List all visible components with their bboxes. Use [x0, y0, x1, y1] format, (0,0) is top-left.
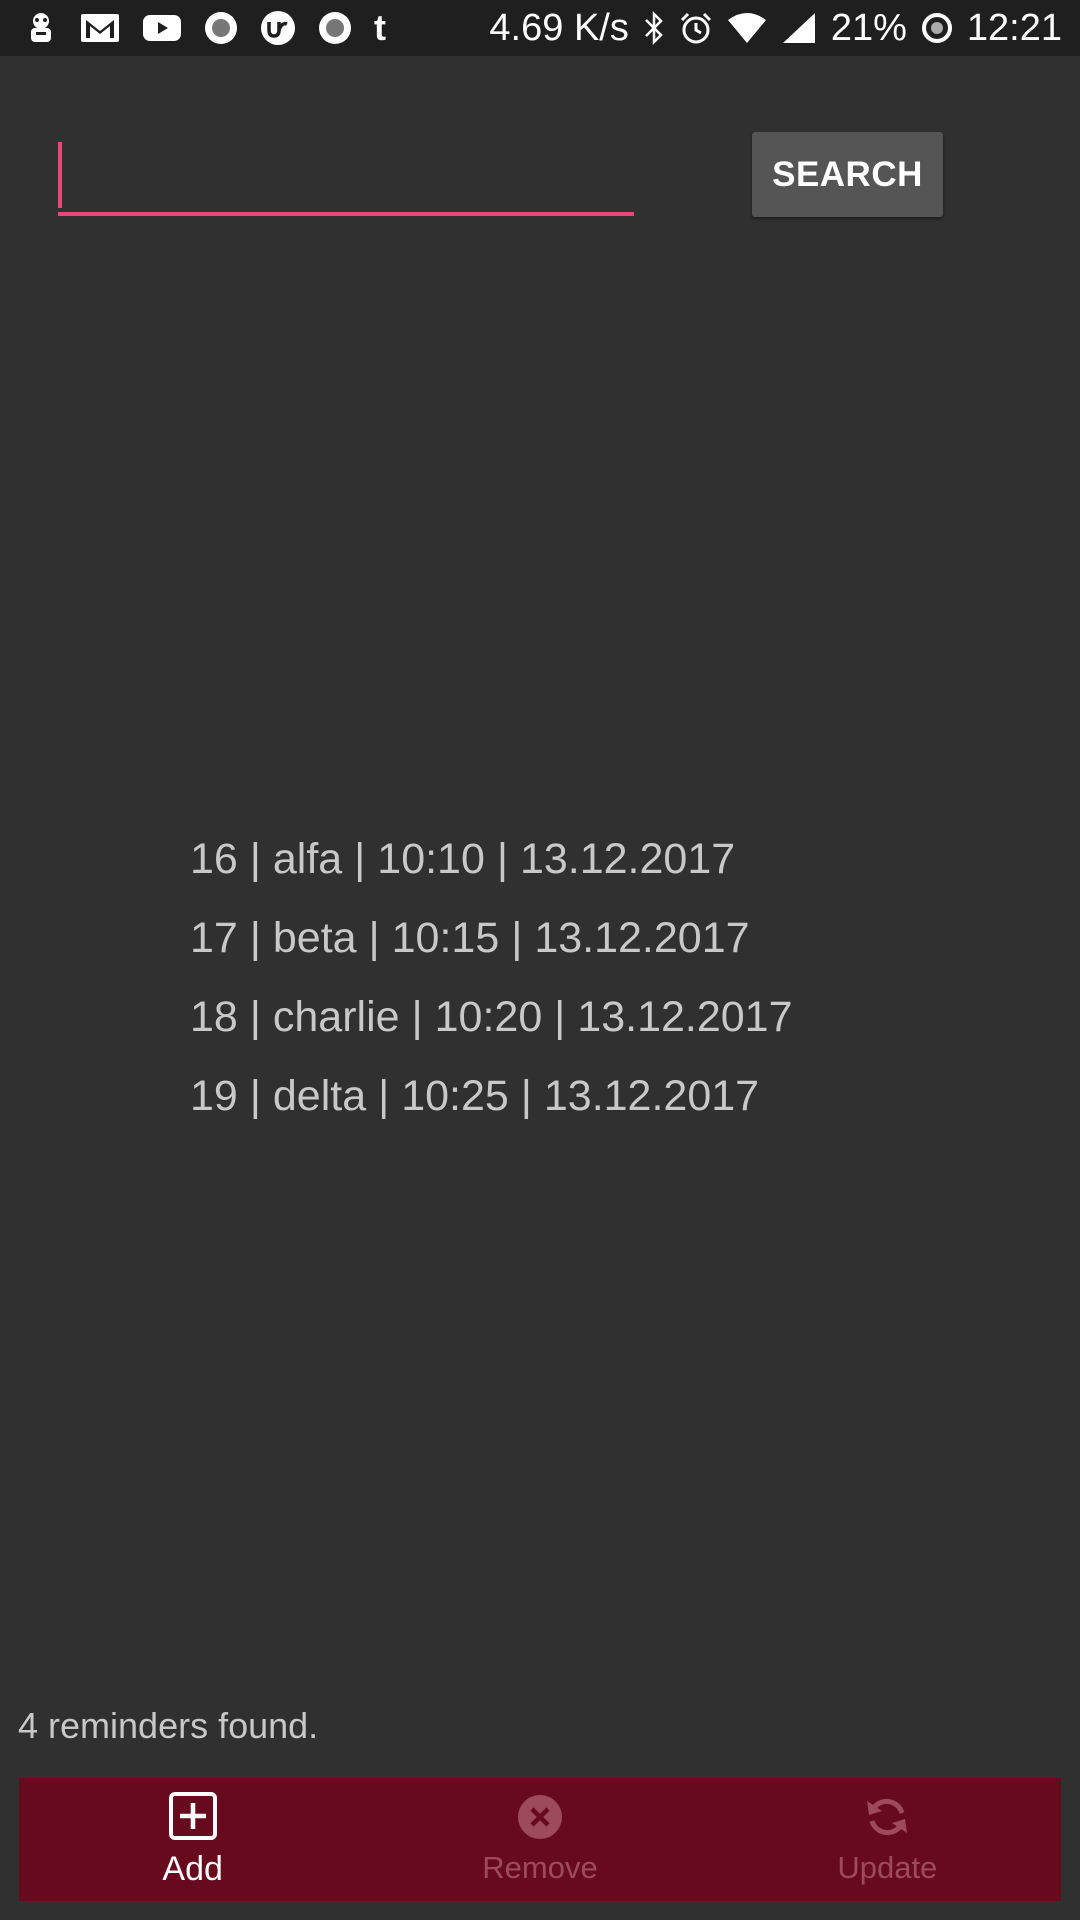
app-bot-icon — [24, 10, 58, 46]
list-item[interactable]: 19 | delta | 10:25 | 13.12.2017 — [190, 1057, 793, 1136]
list-item[interactable]: 17 | beta | 10:15 | 13.12.2017 — [190, 899, 793, 978]
cancel-circle-icon — [516, 1793, 564, 1846]
reminder-list: 16 | alfa | 10:10 | 13.12.2017 17 | beta… — [190, 820, 793, 1136]
battery-saver-icon — [921, 12, 953, 44]
battery-percent: 21% — [830, 6, 907, 49]
nav-remove-button[interactable]: Remove — [366, 1778, 713, 1901]
nav-remove-label: Remove — [482, 1850, 598, 1885]
search-input[interactable] — [58, 138, 634, 216]
text-cursor — [58, 142, 62, 208]
record-icon — [318, 11, 352, 45]
gmail-icon — [80, 12, 120, 44]
tumblr-icon: t — [374, 7, 386, 48]
add-box-icon — [168, 1791, 218, 1846]
record-icon — [204, 11, 238, 45]
alarm-icon — [679, 11, 713, 45]
wifi-icon — [727, 12, 767, 44]
upwork-icon — [260, 10, 296, 46]
nav-add-label: Add — [162, 1849, 223, 1888]
bluetooth-icon — [643, 11, 665, 45]
bottom-navigation: Add Remove Update — [19, 1778, 1061, 1901]
search-button[interactable]: SEARCH — [752, 132, 943, 217]
nav-add-button[interactable]: Add — [19, 1778, 366, 1901]
nav-update-label: Update — [837, 1850, 938, 1885]
youtube-icon — [142, 13, 182, 43]
refresh-icon — [863, 1793, 911, 1846]
results-count-text: 4 reminders found. — [18, 1705, 319, 1746]
list-item[interactable]: 18 | charlie | 10:20 | 13.12.2017 — [190, 978, 793, 1057]
list-item[interactable]: 16 | alfa | 10:10 | 13.12.2017 — [190, 820, 793, 899]
status-bar: t 4.69 K/s 21% 12:21 — [0, 0, 1080, 56]
network-speed: 4.69 K/s — [489, 6, 629, 49]
nav-update-button[interactable]: Update — [714, 1778, 1061, 1901]
signal-icon — [781, 11, 817, 45]
clock: 12:21 — [966, 6, 1062, 49]
